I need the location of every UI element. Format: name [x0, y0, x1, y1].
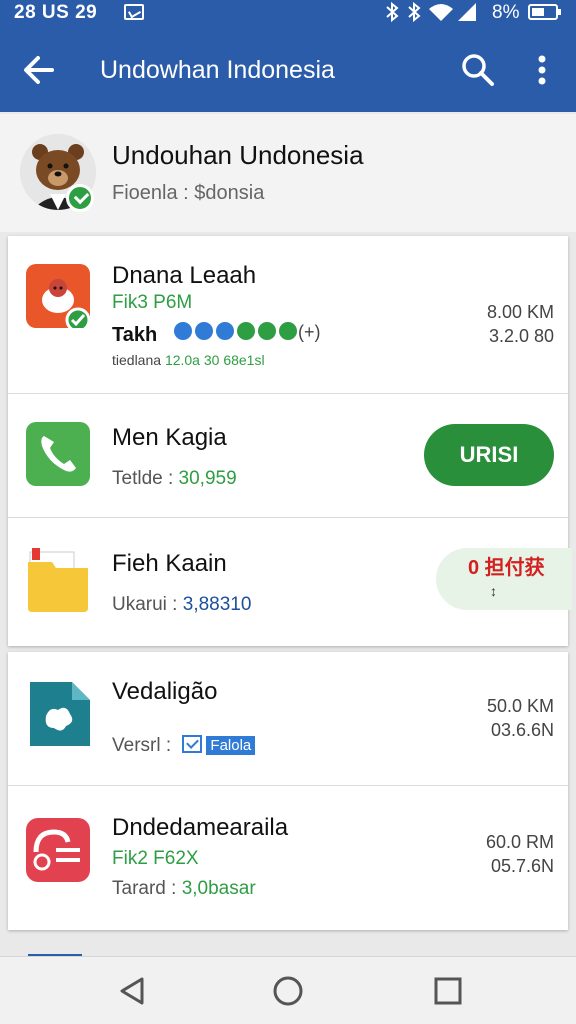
status-dot-icon	[258, 322, 276, 340]
back-triangle-icon[interactable]	[114, 971, 154, 1011]
app-bar: Undowhan Indonesia	[0, 30, 576, 110]
app-sizes: 8.00 KM 3.2.0 80	[487, 300, 554, 348]
profile-subtitle: Fioenla : $donsia	[112, 182, 265, 204]
bear-app-icon	[26, 264, 91, 333]
app-detail: Tarard : 3,0basar	[112, 878, 256, 900]
status-dot-icon	[279, 322, 297, 340]
app-date-extra: (+)	[298, 322, 321, 342]
more-vert-icon[interactable]	[530, 52, 554, 88]
status-dot-icon	[195, 322, 213, 340]
app-size-bottom: 03.6.6N	[490, 720, 554, 740]
wifi-icon	[429, 4, 453, 21]
app-size-bottom: 3.2.0 80	[488, 326, 554, 346]
battery-icon	[528, 4, 561, 20]
app-size-top: 60.0 RM	[485, 832, 554, 852]
app-size-top: 50.0 KM	[486, 696, 554, 716]
phone-icon	[26, 422, 90, 486]
status-icons	[384, 1, 484, 28]
profile-header[interactable]: Undouhan Undonesia Fioenla : $donsia	[0, 114, 576, 232]
app-title: Men Kagia	[112, 424, 227, 451]
app-detail: Versrl : Falola	[112, 734, 256, 757]
lock-card-icon	[26, 818, 90, 882]
list-item[interactable]: Vedaligão Versrl : Falola 50.0 KM 03.6.6…	[8, 652, 568, 786]
status-time: 28 US 29	[14, 2, 98, 23]
app-meta: tiedlana 12.0a 30 68e1sl	[112, 352, 265, 368]
list-item[interactable]: Dnana Leaah Fik3 P6M Takh (+) tiedlana 1…	[8, 236, 568, 394]
app-detail-value: 3,0basar	[181, 878, 256, 899]
recents-square-icon[interactable]	[428, 971, 468, 1011]
status-dot-icon	[237, 322, 255, 340]
home-circle-icon[interactable]	[268, 971, 308, 1011]
app-title: Vedaligão	[112, 678, 218, 705]
app-version: Fik2 F62X	[112, 848, 199, 869]
status-dots	[174, 322, 300, 344]
app-bar-title: Undowhan Indonesia	[100, 56, 335, 84]
app-sizes: 60.0 RM 05.7.6N	[486, 830, 554, 878]
app-sizes: 50.0 KM 03.6.6N	[487, 694, 554, 742]
document-icon	[26, 682, 90, 746]
update-button[interactable]: URISI	[424, 424, 554, 486]
verified-badge-icon	[66, 184, 94, 212]
pending-button-label: 0 担付获	[468, 557, 545, 579]
app-date-label: Takh	[112, 324, 158, 346]
pending-button-sub: ↕	[490, 583, 497, 599]
top-bar: 28 US 29 8% Undowhan Indonesia	[0, 0, 576, 112]
app-title: Fieh Kaain	[112, 550, 227, 577]
back-arrow-icon[interactable]	[18, 52, 60, 88]
app-detail: Tetlde : 30,959	[112, 468, 237, 490]
app-title: Dndedamearaila	[112, 814, 289, 841]
app-detail-label: Versrl :	[112, 735, 177, 756]
app-detail-value: 3,88310	[182, 594, 252, 615]
notification-icon	[124, 4, 144, 20]
status-bar: 28 US 29 8%	[0, 0, 576, 26]
search-icon[interactable]	[460, 52, 496, 88]
profile-name: Undouhan Undonesia	[112, 140, 364, 170]
app-detail-label: Tarard :	[112, 878, 182, 899]
list-item[interactable]: Men Kagia Tetlde : 30,959 URISI	[8, 394, 568, 518]
app-list-card: Dnana Leaah Fik3 P6M Takh (+) tiedlana 1…	[8, 236, 572, 646]
version-tag-label: Falola	[206, 736, 256, 755]
app-version: Fik3 P6M	[112, 292, 193, 313]
signal-icon	[458, 3, 476, 21]
app-size-bottom: 05.7.6N	[490, 856, 554, 876]
app-detail: Ukarui : 3,88310	[112, 594, 251, 616]
app-title: Dnana Leaah	[112, 262, 257, 289]
tag-check-icon	[182, 735, 203, 753]
bluetooth-icon	[386, 1, 399, 23]
system-nav-bar	[0, 956, 576, 1024]
folder-icon	[26, 548, 90, 612]
app-size-top: 8.00 KM	[486, 302, 554, 322]
app-detail-value: 30,959	[178, 468, 237, 489]
app-detail-label: Ukarui :	[112, 594, 183, 615]
vibrate-icon	[408, 1, 421, 23]
version-tag: Falola	[182, 734, 256, 756]
app-meta-value: 12.0a 30 68e1sl	[164, 352, 265, 368]
app-detail-label: Tetlde :	[112, 468, 179, 489]
status-dot-icon	[216, 322, 234, 340]
list-item[interactable]: Dndedamearaila Fik2 F62X Tarard : 3,0bas…	[8, 786, 568, 930]
app-meta-label: tiedlana	[112, 352, 162, 368]
pending-button[interactable]: 0 担付获 ↕	[436, 548, 572, 610]
battery-percent: 8%	[492, 2, 520, 23]
app-list-card: Vedaligão Versrl : Falola 50.0 KM 03.6.6…	[8, 652, 568, 930]
status-dot-icon	[174, 322, 192, 340]
list-item[interactable]: Fieh Kaain Ukarui : 3,88310 0 担付获 ↕	[8, 518, 572, 646]
